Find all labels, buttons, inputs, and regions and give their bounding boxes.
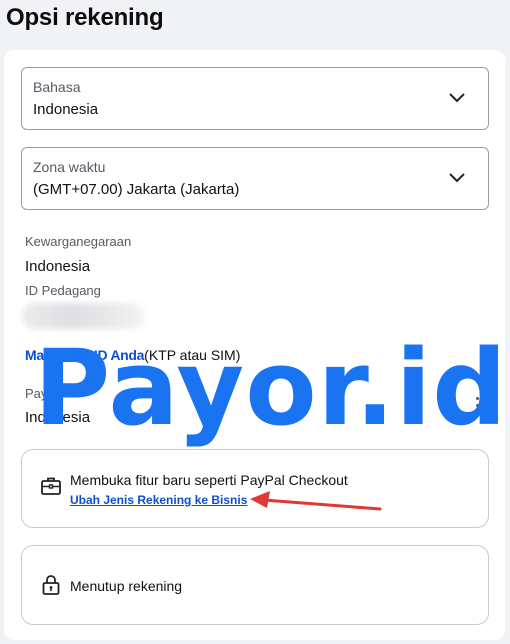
close-account-card[interactable]: Menutup rekening bbox=[21, 545, 489, 625]
citizenship-value: Indonesia bbox=[25, 258, 91, 275]
red-arrow-annotation bbox=[250, 491, 382, 511]
change-to-business-link[interactable]: Ubah Jenis Rekening ke Bisnis bbox=[70, 493, 247, 507]
language-label: Bahasa bbox=[33, 79, 81, 95]
business-upgrade-title: Membuka fitur baru seperti PayPal Checko… bbox=[70, 472, 348, 488]
language-select[interactable]: Bahasa Indonesia bbox=[21, 67, 489, 130]
timezone-select[interactable]: Zona waktu (GMT+07.00) Jakarta (Jakarta) bbox=[21, 147, 489, 210]
timezone-label: Zona waktu bbox=[33, 159, 106, 175]
merchant-id-label: ID Pedagang bbox=[25, 283, 101, 298]
language-value: Indonesia bbox=[33, 101, 99, 118]
timezone-value: (GMT+07.00) Jakarta (Jakarta) bbox=[33, 181, 240, 198]
lock-icon bbox=[42, 575, 60, 595]
briefcase-icon bbox=[41, 477, 61, 495]
chevron-down-icon bbox=[449, 93, 465, 103]
close-account-title: Menutup rekening bbox=[70, 578, 183, 594]
payor-watermark: Payor.id bbox=[34, 327, 508, 449]
page-title: Opsi rekening bbox=[6, 4, 164, 31]
chevron-down-icon bbox=[449, 173, 465, 183]
blurred-merchant-id bbox=[22, 303, 144, 329]
citizenship-label: Kewarganegaraan bbox=[25, 234, 132, 249]
